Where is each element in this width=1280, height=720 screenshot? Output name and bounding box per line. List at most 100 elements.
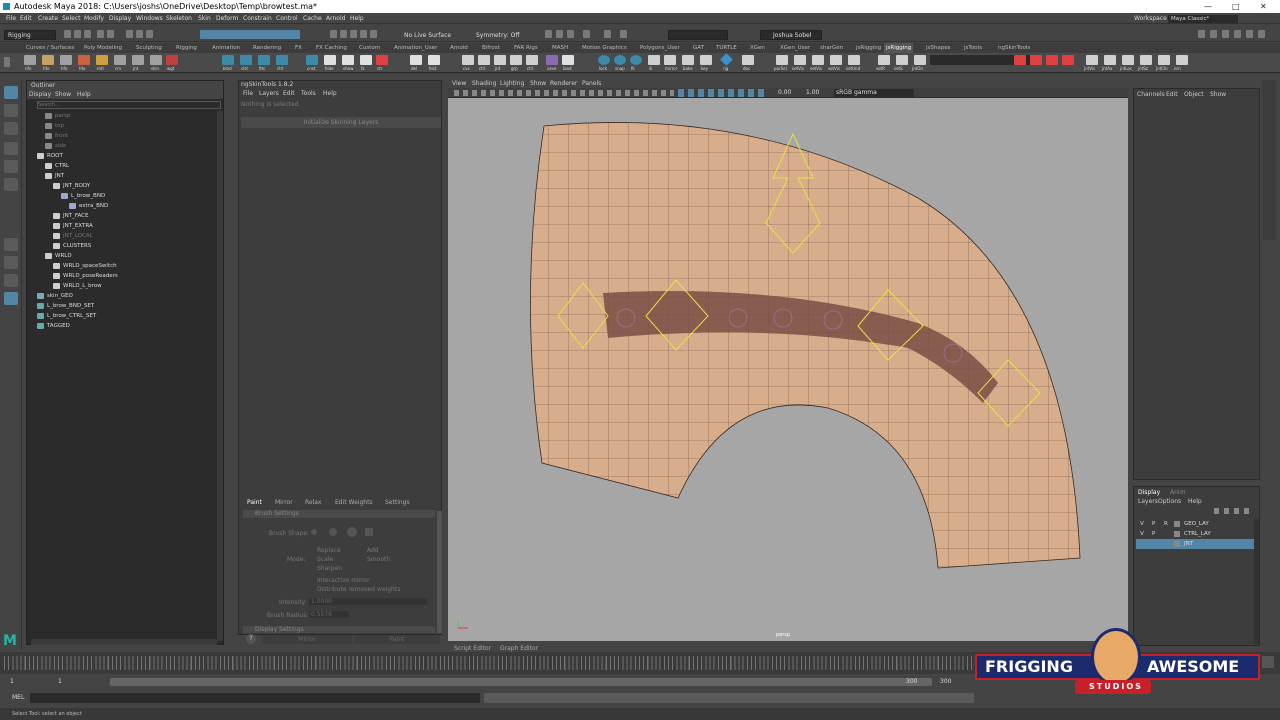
select-tool-icon[interactable] [4, 86, 18, 99]
shelf-tab-sculpting[interactable]: Sculpting [136, 43, 162, 53]
playback-controls[interactable] [1262, 656, 1274, 668]
shelf-tab-xgen-user[interactable]: XGen_User [780, 43, 810, 53]
paint-button[interactable]: Paint [354, 635, 440, 644]
outliner-menu-show[interactable]: Show [55, 90, 71, 99]
layer-options-menu[interactable]: Options [1158, 498, 1181, 505]
shelf-btn-24[interactable] [510, 55, 522, 65]
menu-edit[interactable]: Edit [20, 13, 32, 24]
help-icon[interactable]: ? [246, 634, 256, 644]
open-scene-icon[interactable] [74, 30, 81, 38]
layer-row[interactable]: V P CTRL_LAY [1136, 529, 1258, 539]
shelf-btn-52[interactable] [1140, 55, 1152, 65]
mode-smooth[interactable]: Smooth [367, 556, 390, 563]
channels-menu[interactable]: Channels [1137, 91, 1165, 98]
mel-label[interactable]: MEL [12, 694, 24, 701]
two-pane-layout-icon[interactable] [4, 274, 18, 287]
shelf-btn-13[interactable] [276, 55, 288, 65]
menu-create[interactable]: Create [38, 13, 58, 24]
outliner-item[interactable]: JNT_BODY [53, 181, 90, 191]
shelf-tab-motion-graphics[interactable]: Motion Graphics [582, 43, 627, 53]
shelf-btn-44[interactable] [914, 55, 926, 65]
shelf-btn-4[interactable] [78, 55, 90, 65]
undo-icon[interactable] [97, 30, 104, 38]
shelf-btn-23[interactable] [494, 55, 506, 65]
lasso-tool-icon[interactable] [4, 104, 18, 117]
shelf-tab-arnold[interactable]: Arnold [450, 43, 468, 53]
menu-skeleton[interactable]: Skeleton [166, 13, 192, 24]
light-icon[interactable] [604, 30, 611, 38]
shelf-btn-37[interactable] [776, 55, 788, 65]
outliner-item[interactable]: persp [45, 111, 71, 121]
toggle-panel-icon-4[interactable] [1234, 30, 1241, 38]
menu-file[interactable]: File [6, 13, 16, 24]
shelf-tab-gat[interactable]: GAT [693, 43, 704, 53]
outliner-h-scrollbar[interactable] [31, 639, 217, 645]
tab-paint[interactable]: Paint [247, 499, 262, 506]
menu-select[interactable]: Select [62, 13, 81, 24]
shelf-btn-29[interactable] [614, 55, 626, 65]
channel-edit-menu[interactable]: Edit [1166, 91, 1178, 98]
shelf-tab-ngskintools[interactable]: ngSkinTools [998, 43, 1030, 53]
layers-menu[interactable]: Layers [1138, 498, 1158, 505]
shelf-tab-bifrost[interactable]: Bifrost [482, 43, 500, 53]
outliner-item[interactable]: JNT_LOCAL [53, 231, 93, 241]
shelf-btn-15[interactable] [324, 55, 336, 65]
range-start-field[interactable]: 1 [10, 678, 14, 685]
menu-control[interactable]: Control [276, 13, 298, 24]
shelf-btn-31[interactable] [648, 55, 660, 65]
channel-show-menu[interactable]: Show [1210, 91, 1226, 98]
graph-editor-tab[interactable]: Graph Editor [500, 645, 538, 652]
rotate-tool-icon[interactable] [4, 160, 18, 173]
outliner-item[interactable]: CTRL [45, 161, 69, 171]
shelf-btn-33[interactable] [682, 55, 694, 65]
toggle-panel-icon-6[interactable] [1258, 30, 1265, 38]
outliner-layout-icon[interactable] [4, 292, 18, 305]
shelf-btn-35[interactable] [720, 53, 733, 66]
minimize-icon[interactable]: — [1204, 0, 1212, 13]
shelf-tab-far-rigs[interactable]: FAR Rigs [514, 43, 538, 53]
display-layers-tab[interactable]: Display [1138, 489, 1160, 496]
shelf-btn-5[interactable] [96, 55, 108, 65]
outliner-item[interactable]: JNT_EXTRA [53, 221, 93, 231]
intensity-field[interactable]: 1.0000 [309, 598, 427, 605]
ngskin-menu-tools[interactable]: Tools [301, 90, 316, 98]
outliner-item[interactable]: L_brow_BND_SET [37, 301, 94, 311]
initialize-layers-button[interactable]: Initialize Skinning Layers [241, 117, 441, 128]
shelf-btn-17[interactable] [360, 55, 372, 65]
new-scene-icon[interactable] [64, 30, 71, 38]
toggle-panel-icon[interactable] [1198, 30, 1205, 38]
shelf-btn-42[interactable] [878, 55, 890, 65]
outliner-item[interactable]: side [45, 141, 66, 151]
shelf-tab-custom[interactable]: Custom [359, 43, 380, 53]
layer-reference-toggle[interactable]: R [1164, 519, 1168, 529]
mirror-button[interactable]: Mirror [262, 635, 352, 644]
layer-visibility-toggle[interactable]: V [1140, 529, 1144, 539]
menu-constrain[interactable]: Constrain [243, 13, 272, 24]
mode-replace[interactable]: Replace [317, 547, 341, 554]
shelf-tab-mash[interactable]: MASH [552, 43, 568, 53]
layer-help-menu[interactable]: Help [1188, 498, 1202, 505]
shelf-tab-xgen[interactable]: XGen [750, 43, 765, 53]
toggle-panel-icon-2[interactable] [1210, 30, 1217, 38]
menu-cache[interactable]: Cache [303, 13, 322, 24]
shelf-btn-43[interactable] [896, 55, 908, 65]
workspace-select[interactable]: Maya Classic* [1168, 15, 1238, 23]
scale-tool-icon[interactable] [4, 178, 18, 191]
shelf-settings-icon[interactable] [4, 57, 10, 67]
shelf-btn-26[interactable] [546, 55, 558, 65]
outliner-item[interactable]: extra_BND [69, 201, 108, 211]
colorspace-select[interactable]: sRGB gamma [834, 89, 914, 97]
playback-start-field[interactable]: 1 [58, 678, 62, 685]
shelf-btn-20[interactable] [428, 55, 440, 65]
shelf-btn-54[interactable] [1176, 55, 1188, 65]
outliner-item[interactable]: front [45, 131, 68, 141]
playback-end-field[interactable]: 300 [906, 678, 917, 685]
tab-mirror[interactable]: Mirror [275, 499, 293, 506]
3d-viewport[interactable]: persp [448, 98, 1128, 641]
vp-menu-shading[interactable]: Shading [472, 80, 496, 88]
redo-icon[interactable] [107, 30, 114, 38]
gamma-field[interactable]: 1.00 [806, 89, 819, 96]
shelf-btn-53[interactable] [1158, 55, 1170, 65]
interactive-mirror-checkbox[interactable]: Interactive mirror [317, 577, 370, 584]
selection-mask-icons[interactable] [200, 30, 300, 39]
